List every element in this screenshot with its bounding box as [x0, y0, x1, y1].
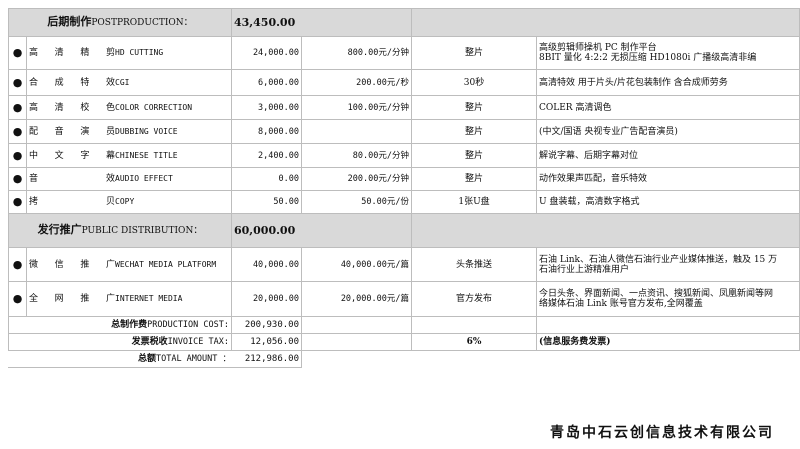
item-name-cn: 音效 — [29, 174, 115, 184]
table-row: ● 合成特效CGI 6,000.00 200.00元/秒 30秒 高清特效 用于… — [8, 69, 800, 96]
item-name-en: WECHAT MEDIA PLATFORM — [115, 259, 217, 269]
item-note-line: 高清特效 用于片头/片花包装制作 含合成师劳务 — [539, 77, 728, 88]
item-unit: 整片 — [411, 119, 537, 144]
item-note-line: 络媒体石油 Link 账号官方发布,全网覆盖 — [539, 299, 703, 309]
bullet-icon: ● — [8, 69, 27, 96]
item-note-line: COLER 高清调色 — [539, 102, 612, 113]
table-row: ● 音效AUDIO EFFECT 0.00 200.00元/分钟 整片 动作效果… — [8, 167, 800, 191]
item-name-cn: 微信推广 — [29, 259, 115, 270]
quotation-table: 后期制作POSTPRODUCTION： 43,450.00 ● 高清精剪HD C… — [8, 8, 800, 368]
item-unit: 整片 — [411, 143, 537, 168]
item-name-cn: 中文字幕 — [29, 150, 115, 161]
total-row-invoice-tax: 发票税收INVOICE TAX: 12,056.00 6% (信息服务费发票) — [8, 333, 800, 351]
item-name-en: DUBBING VOICE — [115, 126, 178, 136]
tax-note: (信息服务费发票) — [536, 333, 800, 351]
item-name-cn: 高清精剪 — [29, 48, 115, 58]
item-amount: 3,000.00 — [231, 95, 302, 120]
bullet-icon: ● — [8, 247, 27, 282]
item-name-en: CHINESE TITLE — [115, 150, 178, 160]
section-label-cn: 发行推广 — [37, 223, 82, 236]
item-unit: 官方发布 — [411, 281, 537, 317]
section-amount: 43,450.00 — [231, 8, 412, 37]
table-row: ● 配音演员DUBBING VOICE 8,000.00 整片 (中文/国语 央… — [8, 119, 800, 144]
item-amount: 8,000.00 — [231, 119, 302, 144]
item-amount: 6,000.00 — [231, 69, 302, 96]
total-label-en: PRODUCTION COST: — [147, 320, 229, 330]
item-unit: 整片 — [411, 95, 537, 120]
item-price: 200.00元/分钟 — [301, 167, 412, 191]
total-label-cn: 总制作费 — [111, 320, 148, 330]
item-note-line: 石油行业上游精准用户 — [539, 264, 630, 275]
item-price — [301, 119, 412, 144]
item-note-line: 动作效果声匹配，音乐特效 — [539, 174, 648, 184]
bullet-icon: ● — [8, 119, 27, 144]
total-label-cn: 发票税收 — [131, 337, 168, 347]
item-unit: 整片 — [411, 36, 537, 70]
item-name-en: COLOR CORRECTION — [115, 102, 193, 112]
item-amount: 20,000.00 — [231, 281, 302, 317]
total-value: 200,930.00 — [231, 316, 302, 334]
item-unit: 整片 — [411, 167, 537, 191]
total-value: 12,056.00 — [231, 333, 302, 351]
table-row: ● 拷贝COPY 50.00 50.00元/份 1张U盘 U 盘装载，高清数字格… — [8, 190, 800, 214]
total-label-en: TOTAL AMOUNT ： — [155, 354, 231, 364]
section-label-en: PUBLIC DISTRIBUTION： — [81, 226, 203, 236]
item-unit: 30秒 — [411, 69, 537, 96]
item-name-cn: 拷贝 — [29, 197, 115, 207]
section-label-cn: 后期制作 — [47, 15, 92, 28]
item-price: 800.00元/分钟 — [301, 36, 412, 70]
bullet-icon: ● — [8, 36, 27, 70]
item-name-cn: 合成特效 — [29, 77, 115, 88]
total-label-cn: 总额 — [137, 354, 156, 364]
table-row: ● 中文字幕CHINESE TITLE 2,400.00 80.00元/分钟 整… — [8, 143, 800, 168]
table-row: ● 高清精剪HD CUTTING 24,000.00 800.00元/分钟 整片… — [8, 36, 800, 70]
item-amount: 24,000.00 — [231, 36, 302, 70]
item-price: 40,000.00元/篇 — [301, 247, 412, 282]
total-row-amount: 总额TOTAL AMOUNT ： 212,986.00 — [8, 350, 800, 368]
bullet-icon: ● — [8, 143, 27, 168]
bullet-icon: ● — [8, 281, 27, 317]
item-name-en: CGI — [115, 77, 130, 87]
tax-rate: 6% — [411, 333, 537, 351]
section-header-postproduction: 后期制作POSTPRODUCTION： 43,450.00 — [8, 8, 800, 37]
bullet-icon: ● — [8, 95, 27, 120]
item-name-en: INTERNET MEDIA — [115, 294, 183, 303]
table-row: ● 全网推广INTERNET MEDIA 20,000.00 20,000.00… — [8, 281, 800, 317]
item-note-line: 8BIT 量化 4:2:2 无损压缩 HD1080i 广播级高清非编 — [539, 53, 757, 63]
item-note-line: 解说字幕、后期字幕对位 — [539, 150, 639, 161]
item-note-line: 石油 Link、石油人微信石油行业产业媒体推送，触及 15 万 — [539, 254, 778, 265]
item-price: 20,000.00元/篇 — [301, 281, 412, 317]
item-name-cn: 配音演员 — [29, 126, 115, 137]
item-amount: 40,000.00 — [231, 247, 302, 282]
table-row: ● 微信推广WECHAT MEDIA PLATFORM 40,000.00 40… — [8, 247, 800, 282]
item-name-cn: 高清校色 — [29, 102, 115, 113]
item-note-line: U 盘装载，高清数字格式 — [539, 197, 640, 207]
section-label-en: POSTPRODUCTION： — [91, 18, 193, 28]
item-unit: 头条推送 — [411, 247, 537, 282]
item-amount: 50.00 — [231, 190, 302, 214]
item-price: 200.00元/秒 — [301, 69, 412, 96]
item-amount: 0.00 — [231, 167, 302, 191]
total-value: 212,986.00 — [231, 350, 302, 368]
total-label-en: INVOICE TAX: — [167, 337, 229, 347]
item-name-en: HD CUTTING — [115, 48, 164, 57]
section-header-distribution: 发行推广PUBLIC DISTRIBUTION： 60,000.00 — [8, 213, 800, 248]
item-name-en: COPY — [115, 197, 135, 206]
section-amount: 60,000.00 — [231, 213, 412, 248]
table-row: ● 高清校色COLOR CORRECTION 3,000.00 100.00元/… — [8, 95, 800, 120]
bullet-icon: ● — [8, 167, 27, 191]
item-price: 100.00元/分钟 — [301, 95, 412, 120]
item-name-cn: 全网推广 — [29, 294, 115, 304]
item-name-en: AUDIO EFFECT — [115, 174, 173, 183]
item-unit: 1张U盘 — [411, 190, 537, 214]
item-note-line: 今日头条、界面新闻、一点资讯、搜狐新闻、凤凰新闻等网 — [539, 289, 774, 299]
total-row-production-cost: 总制作费PRODUCTION COST: 200,930.00 — [8, 316, 800, 334]
item-note-line: 高级剪辑师操机 PC 制作平台 — [539, 43, 657, 53]
item-note-line: (中文/国语 央视专业广告配音演员) — [539, 126, 678, 137]
item-price: 50.00元/份 — [301, 190, 412, 214]
bullet-icon: ● — [8, 190, 27, 214]
item-amount: 2,400.00 — [231, 143, 302, 168]
company-name: 青岛中石云创信息技术有限公司 — [550, 425, 774, 441]
item-price: 80.00元/分钟 — [301, 143, 412, 168]
